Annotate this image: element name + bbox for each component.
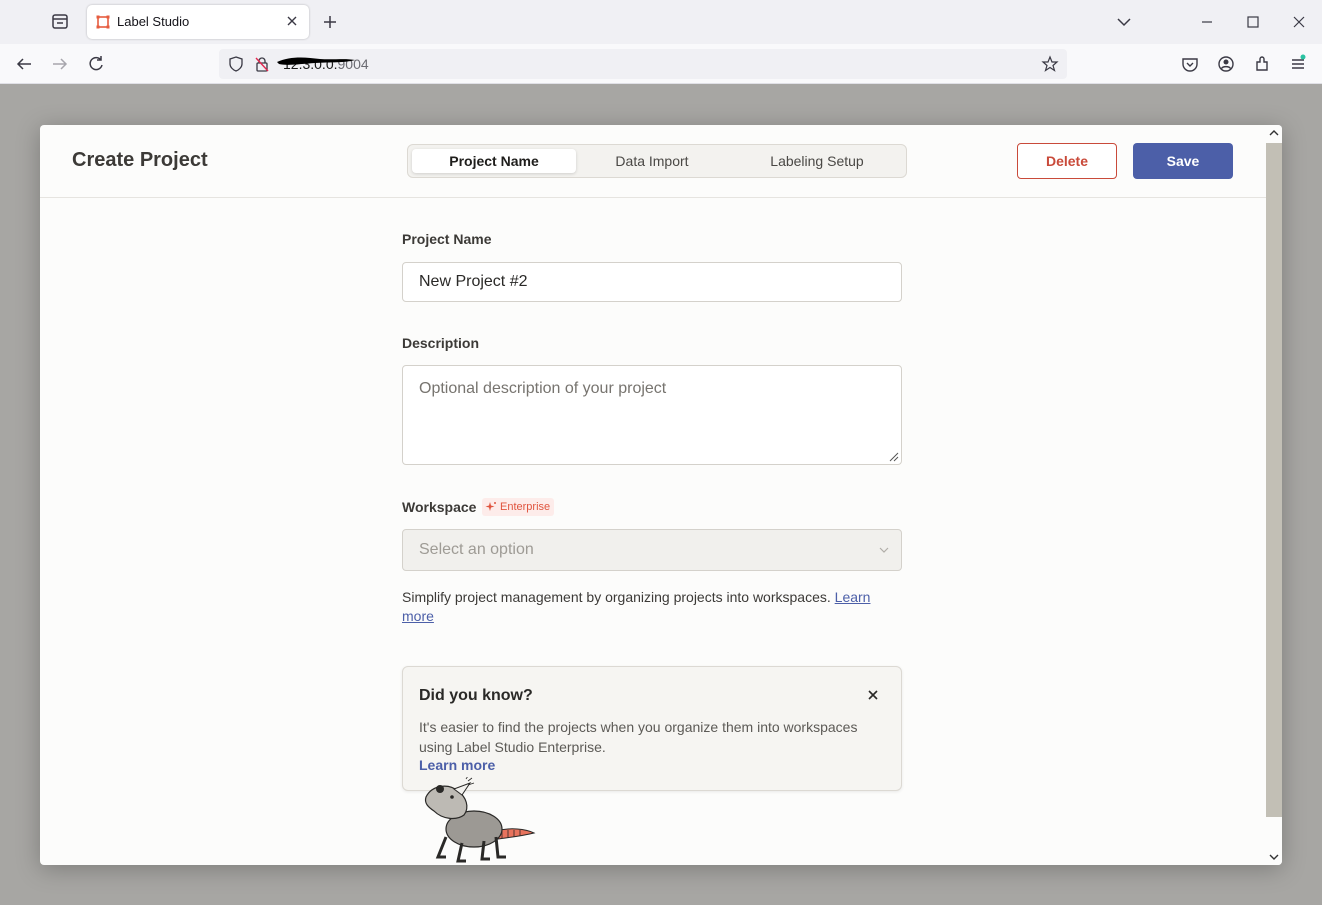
opossum-mascot-illustration: [424, 777, 536, 863]
browser-tab-label-studio[interactable]: Label Studio: [87, 5, 309, 39]
close-icon[interactable]: [865, 687, 881, 703]
workspace-label: Workspace: [402, 499, 477, 515]
description-textarea[interactable]: Optional description of your project: [402, 365, 902, 465]
redaction-scribble: [277, 57, 355, 65]
label-studio-logo-icon: [96, 15, 110, 29]
delete-button[interactable]: Delete: [1017, 143, 1117, 179]
resize-handle-icon[interactable]: [887, 450, 899, 462]
account-icon[interactable]: [1212, 50, 1240, 78]
shield-icon[interactable]: [227, 55, 245, 73]
workspace-select[interactable]: Select an option: [402, 529, 902, 571]
new-tab-icon[interactable]: [316, 8, 344, 36]
browser-nav-bar: 12.3.0.0.9004: [0, 44, 1322, 84]
url-bar[interactable]: 12.3.0.0.9004: [219, 49, 1067, 79]
did-you-know-card: Did you know? It's easier to find the pr…: [402, 666, 902, 791]
window-close-icon[interactable]: [1285, 8, 1313, 36]
tip-title: Did you know?: [419, 687, 533, 704]
tab-labeling-setup[interactable]: Labeling Setup: [738, 149, 896, 173]
maximize-icon[interactable]: [1239, 8, 1267, 36]
forward-icon[interactable]: [46, 50, 74, 78]
tip-body: It's easier to find the projects when yo…: [419, 719, 858, 755]
tab-data-import[interactable]: Data Import: [576, 149, 728, 173]
create-project-modal: Create Project Project Name Data Import …: [40, 125, 1282, 865]
modal-header: Create Project Project Name Data Import …: [40, 125, 1266, 198]
tab-list-icon[interactable]: [44, 8, 76, 36]
pocket-icon[interactable]: [1176, 50, 1204, 78]
extensions-icon[interactable]: [1248, 50, 1276, 78]
sparkle-icon: [485, 502, 496, 511]
enterprise-badge: Enterprise: [482, 498, 555, 516]
scroll-thumb[interactable]: [1266, 143, 1282, 817]
list-all-tabs-icon[interactable]: [1110, 8, 1138, 36]
enterprise-badge-text: Enterprise: [500, 501, 551, 513]
save-button[interactable]: Save: [1133, 143, 1233, 179]
scroll-up-icon[interactable]: [1266, 125, 1282, 141]
tip-learn-more-link[interactable]: Learn more: [419, 757, 495, 773]
back-icon[interactable]: [10, 50, 38, 78]
tab-project-name[interactable]: Project Name: [412, 149, 576, 173]
reload-icon[interactable]: [82, 50, 110, 78]
app-menu-icon[interactable]: [1284, 50, 1312, 78]
project-name-label: Project Name: [402, 231, 492, 247]
project-name-input[interactable]: New Project #2: [402, 262, 902, 302]
workspace-helper: Simplify project management by organizin…: [402, 588, 902, 626]
modal-scrollbar[interactable]: [1266, 125, 1282, 865]
description-label: Description: [402, 335, 480, 351]
modal-title: Create Project: [72, 149, 208, 171]
workspace-helper-text: Simplify project management by organizin…: [402, 589, 831, 605]
step-tabs: Project Name Data Import Labeling Setup: [407, 144, 907, 178]
bookmark-star-icon[interactable]: [1041, 55, 1059, 73]
chevron-down-icon: [879, 547, 889, 553]
workspace-select-value: Select an option: [419, 541, 534, 558]
close-tab-icon[interactable]: [283, 12, 301, 30]
minimize-icon[interactable]: [1193, 8, 1221, 36]
scroll-down-icon[interactable]: [1266, 849, 1282, 865]
description-placeholder: Optional description of your project: [419, 380, 667, 397]
insecure-lock-icon[interactable]: [253, 55, 271, 73]
tab-title: Label Studio: [117, 14, 190, 29]
browser-tab-strip: Label Studio: [0, 0, 1322, 44]
